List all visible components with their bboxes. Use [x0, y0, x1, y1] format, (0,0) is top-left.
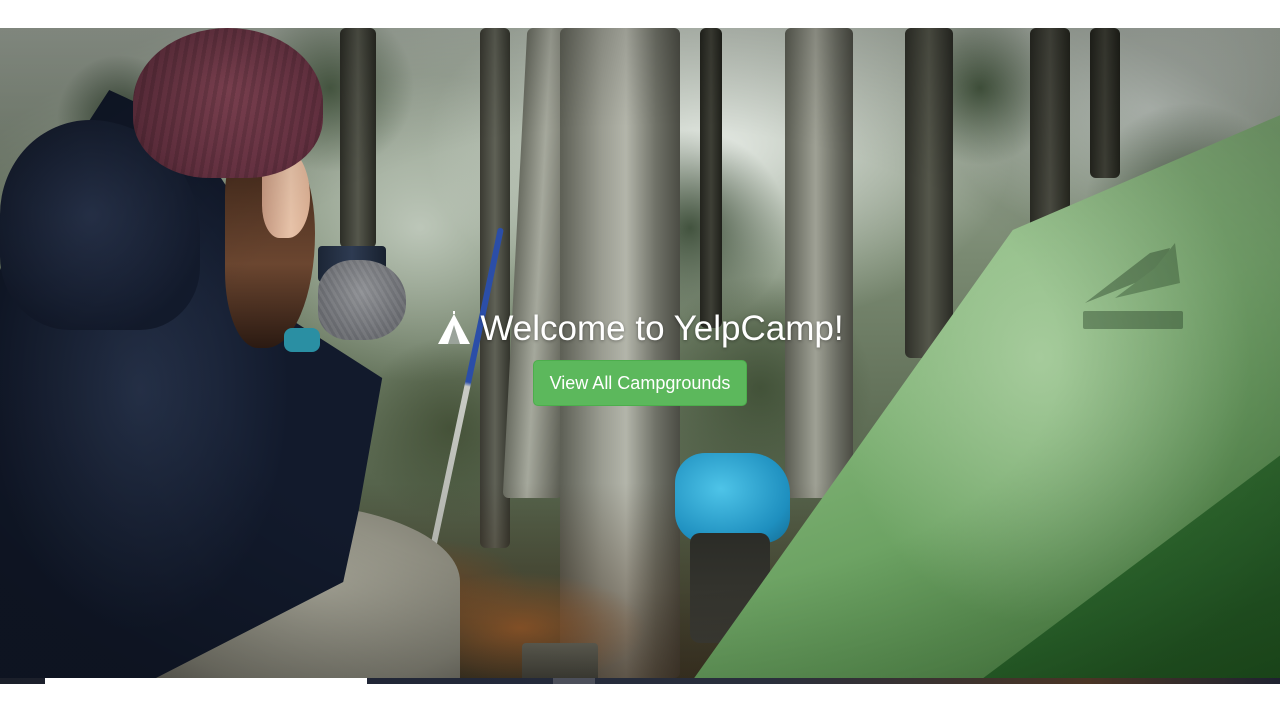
bottom-strip-segment	[45, 678, 367, 684]
bottom-strip-marker	[553, 678, 595, 684]
page-title: Welcome to YelpCamp!	[436, 300, 844, 358]
tent-icon	[438, 311, 471, 344]
landing-header: Welcome to YelpCamp! View All Campground…	[0, 300, 1280, 406]
landing-hero: Welcome to YelpCamp! View All Campground…	[0, 28, 1280, 678]
page-title-text: Welcome to YelpCamp!	[480, 309, 844, 348]
view-all-campgrounds-button[interactable]: View All Campgrounds	[532, 360, 748, 406]
